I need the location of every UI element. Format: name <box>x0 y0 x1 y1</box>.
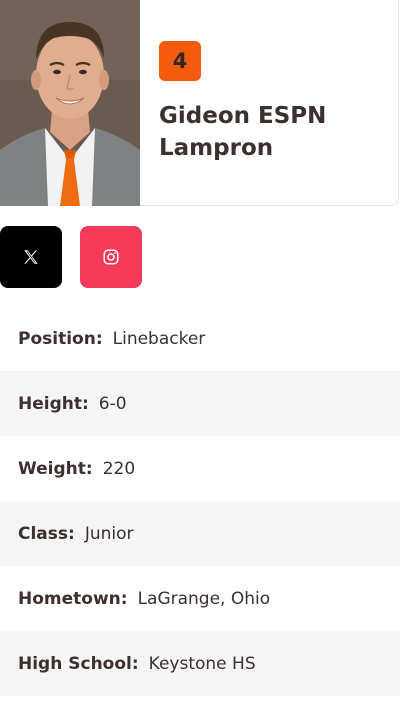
player-headshot-image <box>0 0 140 206</box>
jersey-number-badge: 4 <box>159 41 201 81</box>
jersey-number: 4 <box>172 49 188 73</box>
detail-row-high-school: High School: Keystone HS <box>0 631 400 696</box>
detail-value: LaGrange, Ohio <box>137 588 271 609</box>
player-name-first: Gideon ESPN <box>159 103 327 129</box>
detail-label: Position: <box>18 328 103 349</box>
detail-row-height: Height: 6-0 <box>0 371 400 436</box>
detail-label: Weight: <box>18 458 93 479</box>
detail-row-position: Position: Linebacker <box>0 306 400 371</box>
detail-value: 220 <box>102 458 136 479</box>
player-card: 4 Gideon ESPN Lampron <box>0 0 399 206</box>
detail-label: High School: <box>18 653 139 674</box>
detail-value: Keystone HS <box>148 653 256 674</box>
detail-value: Junior <box>84 523 134 544</box>
detail-row-class: Class: Junior <box>0 501 400 566</box>
instagram-social-button[interactable] <box>80 226 142 288</box>
detail-value: Linebacker <box>112 328 206 349</box>
detail-label: Height: <box>18 393 89 414</box>
x-twitter-icon <box>24 250 38 264</box>
detail-label: Class: <box>18 523 75 544</box>
detail-value: 6-0 <box>98 393 127 414</box>
detail-row-hometown: Hometown: LaGrange, Ohio <box>0 566 400 631</box>
detail-label: Hometown: <box>18 588 128 609</box>
player-name-last: Lampron <box>159 135 274 161</box>
player-photo <box>0 0 140 206</box>
detail-row-weight: Weight: 220 <box>0 436 400 501</box>
x-social-button[interactable] <box>0 226 62 288</box>
instagram-icon <box>103 249 119 265</box>
player-name: Gideon ESPN Lampron <box>159 100 359 164</box>
